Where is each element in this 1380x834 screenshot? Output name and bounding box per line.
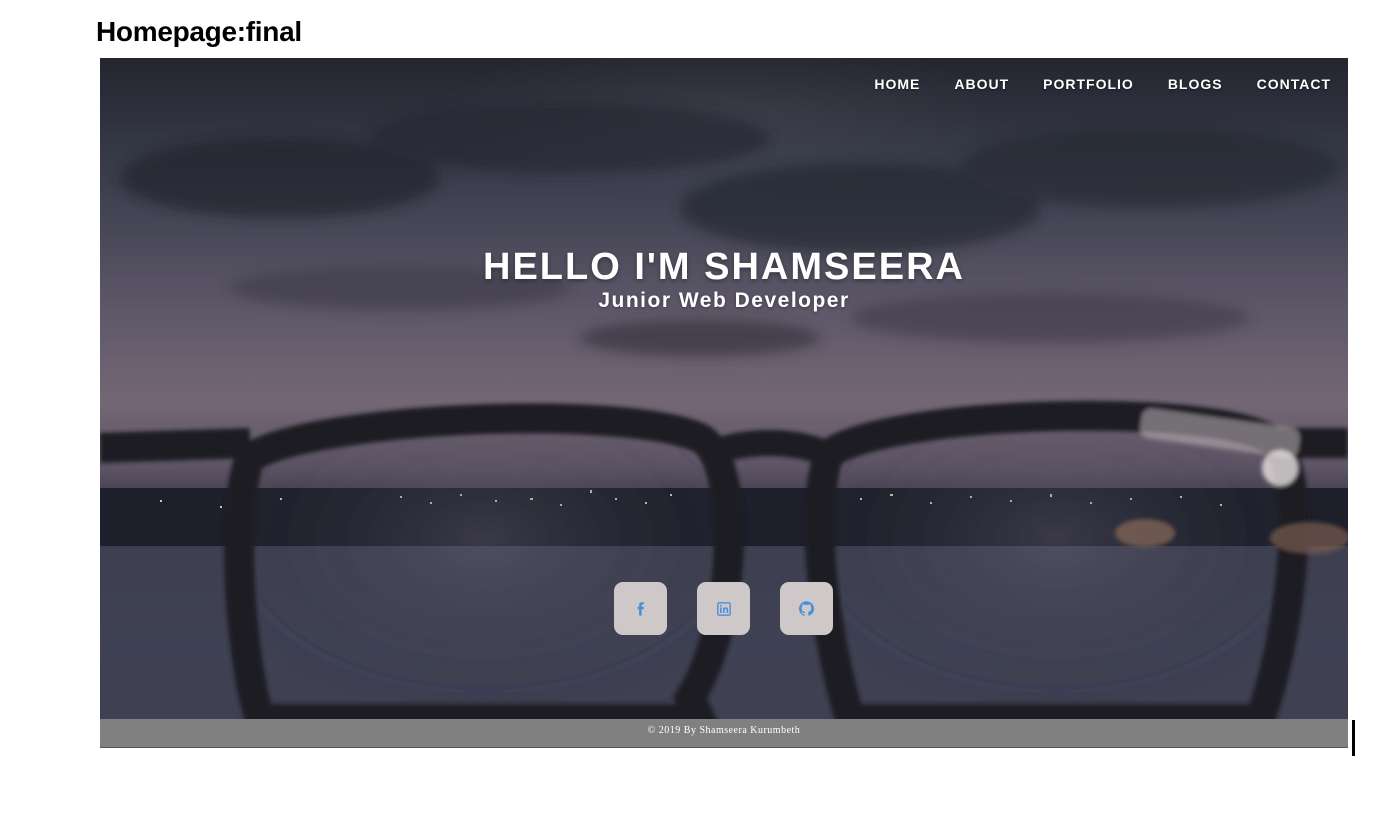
page-title: Homepage:final <box>96 16 302 47</box>
hero-subheadline: Junior Web Developer <box>598 289 850 312</box>
nav-contact-link[interactable]: CONTACT <box>1257 76 1331 92</box>
website-frame: HOME ABOUT PORTFOLIO BLOGS CONTACT HELLO… <box>100 58 1348 748</box>
page-footer: © 2019 By Shamseera Kurumbeth <box>100 719 1348 747</box>
github-icon <box>799 601 814 616</box>
linkedin-icon <box>716 601 731 616</box>
social-links <box>614 582 833 635</box>
hero-section: HOME ABOUT PORTFOLIO BLOGS CONTACT HELLO… <box>100 58 1348 719</box>
github-button[interactable] <box>780 582 833 635</box>
hero-headline: HELLO I'M SHAMSEERA <box>483 246 965 288</box>
nav-blogs-link[interactable]: BLOGS <box>1168 76 1223 92</box>
text-cursor <box>1352 720 1355 756</box>
nav-home-link[interactable]: HOME <box>874 76 920 92</box>
footer-copyright: © 2019 By Shamseera Kurumbeth <box>647 725 801 736</box>
linkedin-button[interactable] <box>697 582 750 635</box>
nav-portfolio-link[interactable]: PORTFOLIO <box>1043 76 1134 92</box>
facebook-button[interactable] <box>614 582 667 635</box>
nav-about-link[interactable]: ABOUT <box>954 76 1009 92</box>
facebook-icon <box>637 601 644 616</box>
main-nav: HOME ABOUT PORTFOLIO BLOGS CONTACT <box>874 76 1331 92</box>
